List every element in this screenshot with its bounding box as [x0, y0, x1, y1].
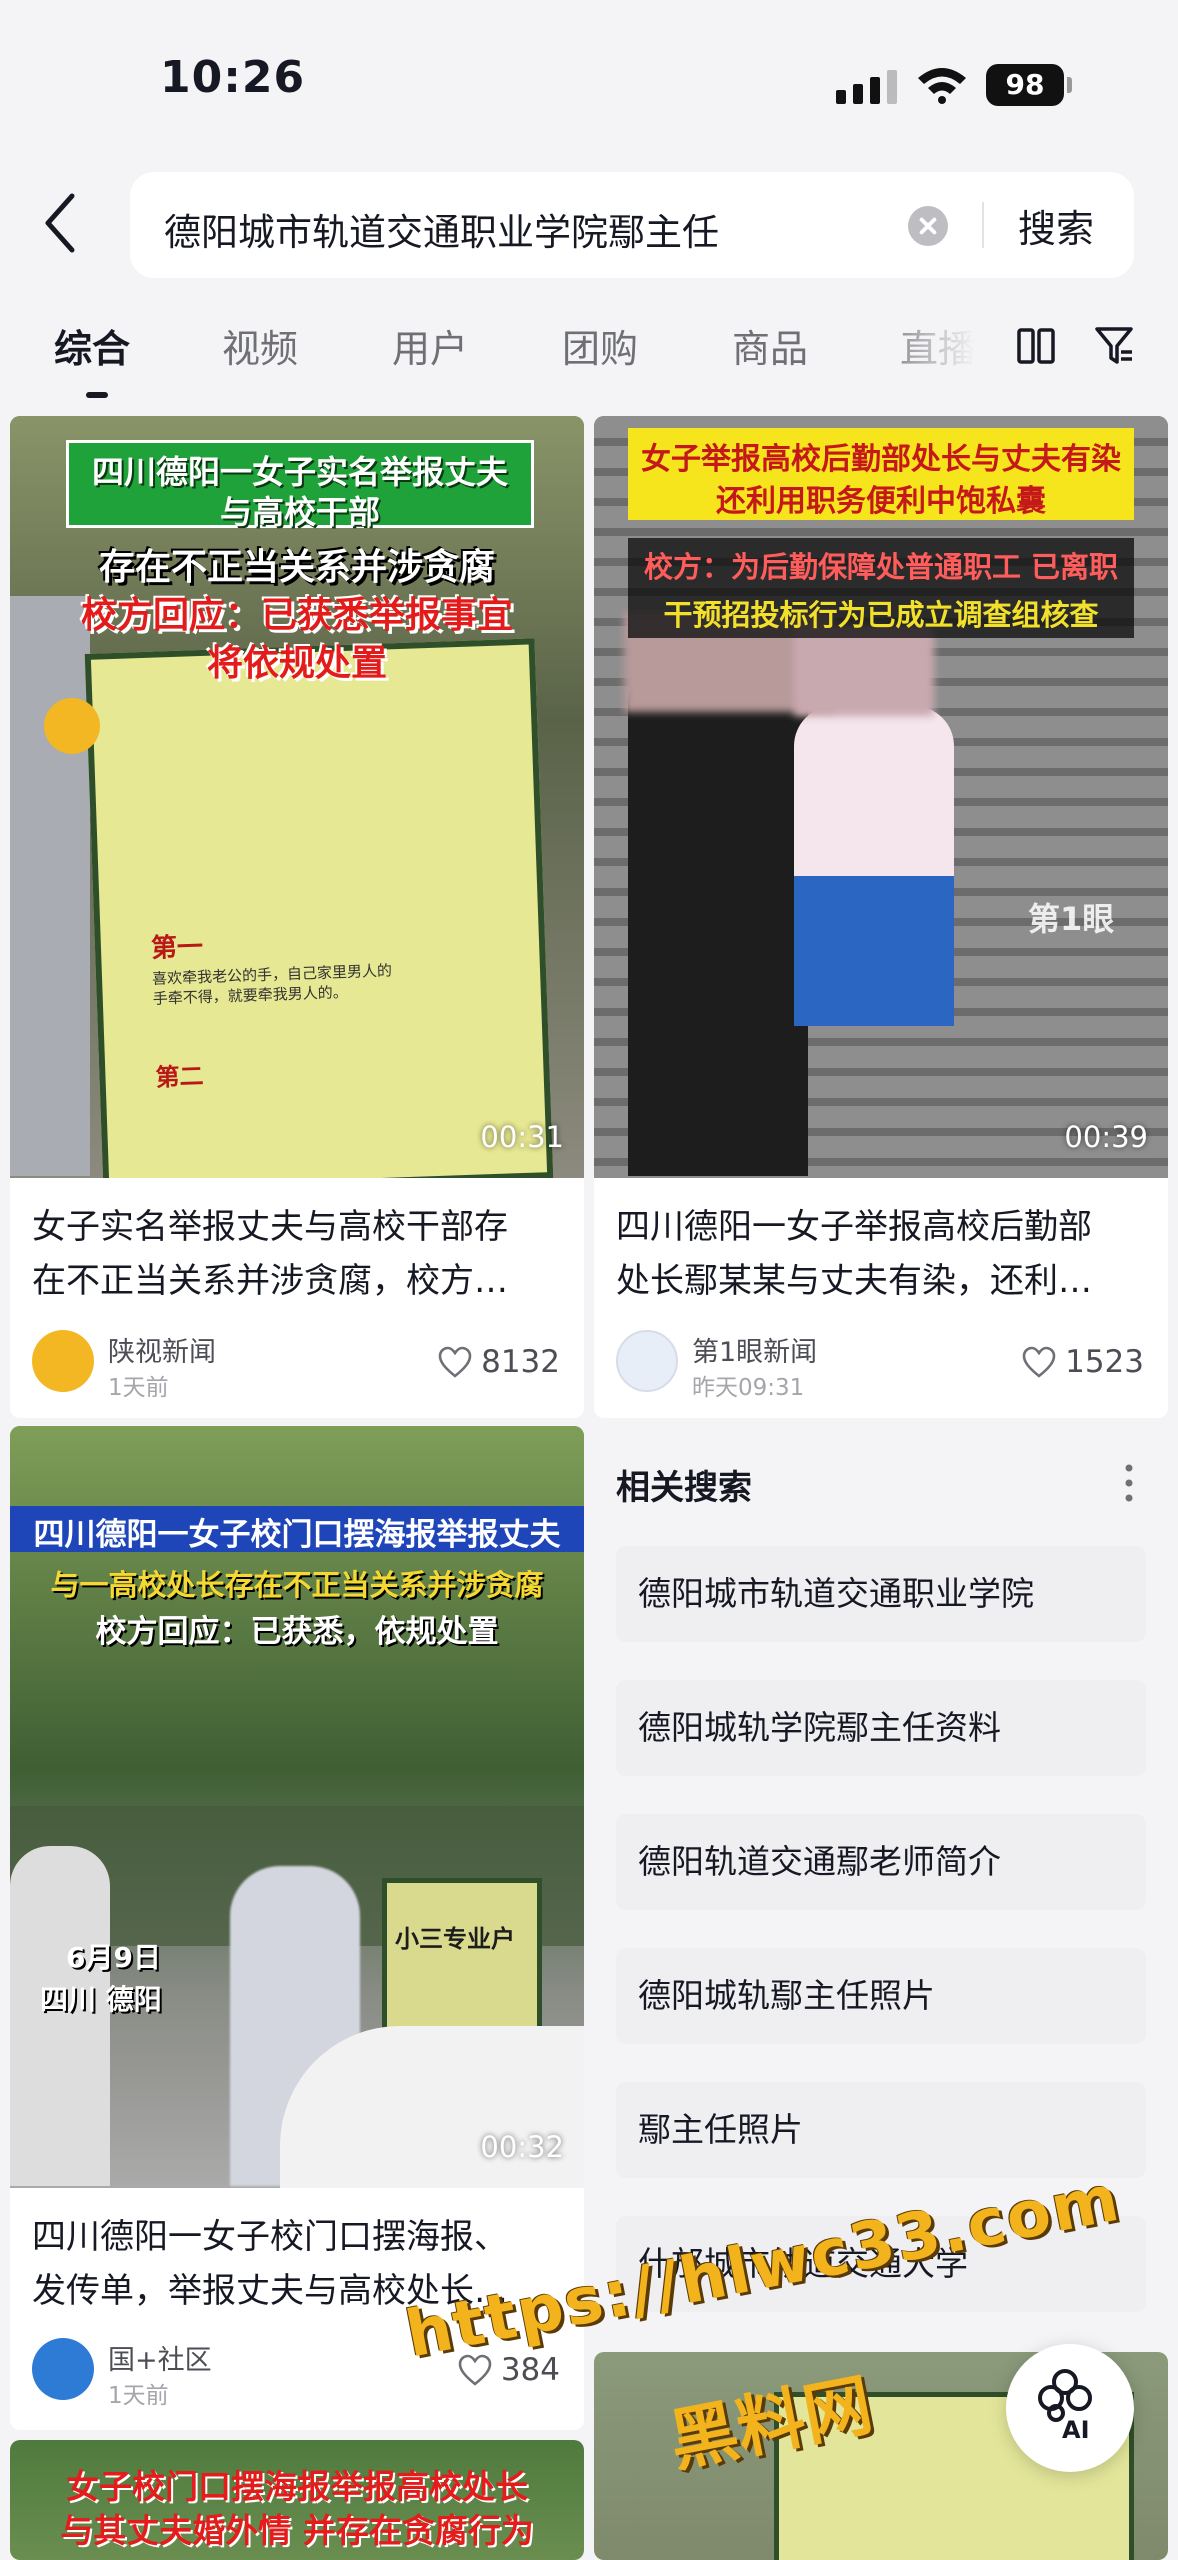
- like-count[interactable]: 8132: [437, 1344, 560, 1380]
- video-title-line: 女子实名举报丈夫与高校干部存: [32, 1207, 508, 1247]
- cellular-signal-icon: [836, 70, 897, 104]
- like-count-value: 384: [500, 2352, 560, 2388]
- author-name[interactable]: 第1眼新闻: [692, 1330, 817, 1369]
- video-thumbnail[interactable]: 小三专业户 四川德阳一女子校门口摆海报举报丈夫 与一高校处长存在不正当关系并涉贪…: [10, 1426, 584, 2188]
- heart-icon: [1022, 1346, 1056, 1378]
- heart-icon: [438, 1346, 472, 1378]
- filter-icon[interactable]: [1094, 324, 1134, 368]
- status-time: 10:26: [160, 52, 306, 103]
- poster-heading: 第二: [155, 1062, 205, 1092]
- overlay-title: 女子举报高校后勤部处长与丈夫有染: [641, 442, 1121, 477]
- tab-fade: [870, 310, 1010, 390]
- battery-indicator: 98: [986, 64, 1072, 106]
- overlay-caption: 女子校门口摆海报举报高校处长: [66, 2467, 528, 2506]
- avatar[interactable]: [32, 1330, 94, 1392]
- like-count-value: 8132: [481, 1344, 560, 1380]
- ai-label: AI: [1062, 2416, 1090, 2444]
- person-figure: [794, 876, 954, 1026]
- video-duration: 00:39: [1064, 1120, 1148, 1154]
- search-query[interactable]: 德阳城市轨道交通职业学院鄢主任: [164, 202, 719, 256]
- author-name[interactable]: 陕视新闻: [108, 1330, 216, 1369]
- overlay-caption: 校方：为后勤保障处普通职工 已离职: [643, 550, 1119, 584]
- tab-comprehensive[interactable]: 综合: [54, 318, 130, 373]
- overlay-caption: 与一高校处长存在不正当关系并涉贪腐: [50, 1568, 544, 1602]
- overlay-title: 还利用职务便利中饱私囊: [716, 484, 1046, 519]
- status-bar: 10:26 98: [0, 0, 1178, 170]
- avatar[interactable]: [616, 1330, 678, 1392]
- video-title: 四川德阳一女子举报高校后勤部 处长鄢某某与丈夫有染，还利…: [616, 1200, 1146, 1308]
- person-figure: [628, 646, 808, 1176]
- video-card[interactable]: 小三专业户 四川德阳一女子校门口摆海报举报丈夫 与一高校处长存在不正当关系并涉贪…: [10, 1426, 584, 2430]
- overlay-title: 与高校干部: [219, 493, 380, 531]
- video-thumbnail[interactable]: 女子举报高校后勤部处长与丈夫有染 还利用职务便利中饱私囊 校方：为后勤保障处普通…: [594, 416, 1168, 1178]
- divider: [982, 202, 984, 248]
- overlay-title-bar: 四川德阳一女子校门口摆海报举报丈夫: [10, 1506, 584, 1553]
- location-tag: 四川 德阳: [40, 1983, 162, 2016]
- poster-sign-text: 小三专业户: [395, 1925, 515, 1953]
- video-title-line: 在不正当关系并涉贪腐，校方…: [32, 1261, 508, 1301]
- video-card[interactable]: 女子举报高校后勤部处长与丈夫有染 还利用职务便利中饱私囊 校方：为后勤保障处普通…: [594, 416, 1168, 1418]
- ai-flower-icon: [1038, 2369, 1092, 2422]
- more-options-icon[interactable]: [1124, 1460, 1134, 1506]
- overlay-caption: 干预招投标行为已成立调查组核查: [663, 598, 1099, 632]
- video-thumbnail[interactable]: 第一 喜欢牵我老公的手，自己家里男人的 手牵不得，就要牵我男人的。 第二 第三 …: [10, 416, 584, 1178]
- video-title-line: 四川德阳一女子校门口摆海报、: [32, 2217, 508, 2257]
- overlay-caption: 与其丈夫婚外情 并存在贪腐行为: [60, 2511, 534, 2550]
- overlay-caption: 校方回应：已获悉举报事宜: [80, 595, 513, 636]
- video-duration: 00:32: [480, 2130, 564, 2164]
- video-duration: 00:31: [480, 1120, 564, 1154]
- channel-watermark: 第1眼: [1028, 900, 1115, 938]
- avatar[interactable]: [32, 2338, 94, 2400]
- video-title-line: 处长鄢某某与丈夫有染，还利…: [616, 1261, 1092, 1301]
- video-title-line: 四川德阳一女子举报高校后勤部: [616, 1207, 1092, 1247]
- wifi-icon: [918, 68, 966, 104]
- mosaic-blur: [794, 626, 934, 716]
- related-search-item[interactable]: 德阳城轨学院鄢主任资料: [616, 1680, 1146, 1776]
- poster-board: 第一 喜欢牵我老公的手，自己家里男人的 手牵不得，就要牵我男人的。 第二 第三: [84, 638, 554, 1178]
- overlay-title-bar: 女子举报高校后勤部处长与丈夫有染 还利用职务便利中饱私囊: [628, 428, 1134, 520]
- overlay-caption: 存在不正当关系并涉贪腐: [98, 547, 495, 588]
- back-arrow-icon[interactable]: [36, 188, 86, 258]
- overlay-title: 四川德阳一女子校门口摆海报举报丈夫: [33, 1517, 561, 1553]
- double-column-icon[interactable]: [1016, 326, 1056, 366]
- related-search-item[interactable]: 德阳城市轨道交通职业学院: [616, 1546, 1146, 1642]
- post-time: 1天前: [108, 2383, 169, 2409]
- video-title: 女子实名举报丈夫与高校干部存 在不正当关系并涉贪腐，校方…: [32, 1200, 562, 1308]
- video-thumbnail[interactable]: 女子校门口摆海报举报高校处长 与其丈夫婚外情 并存在贪腐行为: [10, 2440, 584, 2560]
- related-search-item[interactable]: 德阳轨道交通鄢老师简介: [616, 1814, 1146, 1910]
- search-input[interactable]: 德阳城市轨道交通职业学院鄢主任 搜索: [130, 172, 1134, 278]
- date-tag: 6月9日: [66, 1941, 161, 1974]
- overlay-caption: 将依规处置: [206, 643, 387, 684]
- related-search-title: 相关搜索: [616, 1468, 752, 1508]
- post-time: 昨天09:31: [692, 1375, 805, 1401]
- poster-heading: 第一: [150, 932, 204, 964]
- search-button[interactable]: 搜索: [1018, 198, 1094, 253]
- post-time: 1天前: [108, 1375, 169, 1401]
- channel-logo: [44, 698, 100, 754]
- author-name[interactable]: 国+社区: [108, 2338, 212, 2377]
- active-tab-indicator: [86, 392, 108, 398]
- tab-video[interactable]: 视频: [222, 318, 298, 373]
- like-count-value: 1523: [1065, 1344, 1144, 1380]
- tab-users[interactable]: 用户: [392, 318, 468, 373]
- related-search-item[interactable]: 德阳城轨鄢主任照片: [616, 1948, 1146, 2044]
- video-card[interactable]: 第一 喜欢牵我老公的手，自己家里男人的 手牵不得，就要牵我男人的。 第二 第三 …: [10, 416, 584, 1418]
- like-count[interactable]: 1523: [1021, 1344, 1144, 1380]
- clear-icon[interactable]: [908, 206, 948, 246]
- tab-products[interactable]: 商品: [732, 318, 808, 373]
- overlay-title-bar: 四川德阳一女子实名举报丈夫 与高校干部: [66, 440, 534, 531]
- overlay-caption-box: 校方：为后勤保障处普通职工 已离职 干预招投标行为已成立调查组核查: [628, 538, 1134, 638]
- overlay-caption: 校方回应：已获悉，依规处置: [95, 1614, 499, 1650]
- video-card[interactable]: 女子校门口摆海报举报高校处长 与其丈夫婚外情 并存在贪腐行为: [10, 2440, 584, 2560]
- ai-assistant-button[interactable]: AI: [1006, 2344, 1134, 2472]
- tab-group-buy[interactable]: 团购: [562, 318, 638, 373]
- related-search-item[interactable]: 鄢主任照片: [616, 2082, 1146, 2178]
